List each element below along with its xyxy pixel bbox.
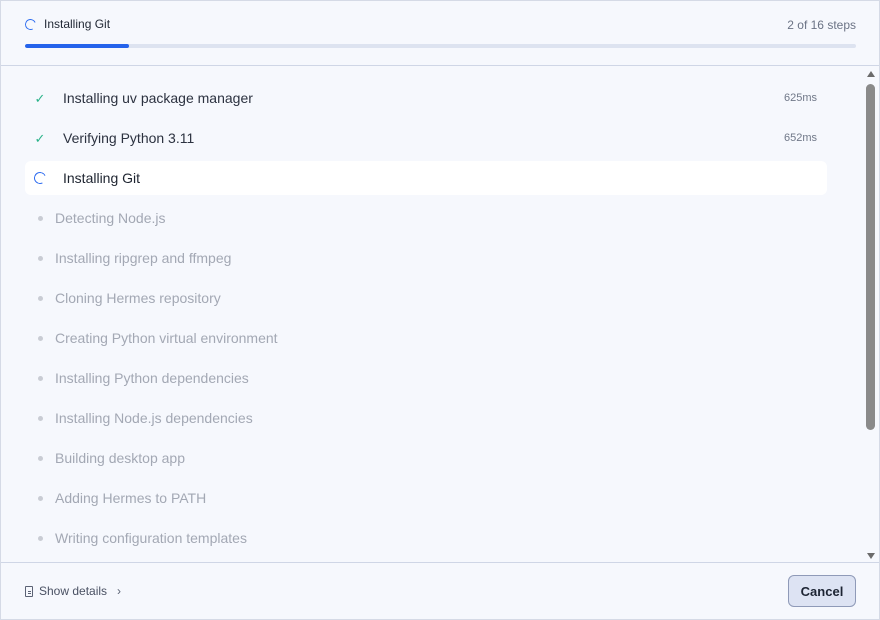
scrollbar[interactable] — [865, 67, 877, 561]
dot-icon — [25, 535, 55, 541]
step-duration: 652ms — [783, 132, 817, 144]
step-duration: 625ms — [783, 92, 817, 104]
dot-icon — [25, 255, 55, 261]
checkmark-icon: ✓ — [34, 90, 46, 106]
step-row: Writing configuration templates — [25, 521, 827, 555]
footer: Show details › Cancel — [1, 562, 879, 619]
step-label: Installing Python dependencies — [55, 370, 249, 386]
header-title: Installing Git — [23, 16, 111, 32]
scrollbar-thumb[interactable] — [866, 84, 875, 430]
step-label: Installing Git — [63, 170, 141, 186]
step-row: Detecting Node.js — [25, 201, 827, 235]
dot-icon — [25, 495, 55, 501]
installer-window: Installing Git 2 of 16 steps ✓ Installing… — [0, 0, 880, 620]
document-icon — [25, 585, 33, 597]
step-label: Installing ripgrep and ffmpeg — [55, 250, 232, 266]
dot-icon — [25, 335, 55, 341]
step-row: Building desktop app — [25, 441, 827, 475]
step-row: Installing Python dependencies — [25, 361, 827, 395]
step-list: ✓ Installing uv package manager 625ms ✓ Veri… — [1, 66, 865, 555]
scroll-up-arrow-icon[interactable] — [867, 71, 875, 77]
dot-icon — [25, 215, 55, 221]
step-label: Creating Python virtual environment — [55, 330, 278, 346]
show-details-label: Show details — [39, 584, 108, 598]
show-details-link[interactable]: Show details › — [25, 584, 121, 598]
step-list-area[interactable]: ✓ Installing uv package manager 625ms ✓ Veri… — [1, 66, 865, 562]
step-label: Installing Node.js dependencies — [55, 410, 253, 426]
step-label: Writing configuration templates — [55, 530, 247, 546]
step-label: Building desktop app — [55, 450, 185, 466]
step-row: Installing ripgrep and ffmpeg — [25, 241, 827, 275]
step-row: ✓ Installing uv package manager 625ms — [25, 81, 827, 115]
step-counter: 2 of 16 steps — [787, 18, 856, 32]
step-row: Cloning Hermes repository — [25, 281, 827, 315]
cancel-button[interactable]: Cancel — [788, 575, 856, 607]
progress-fill — [25, 44, 129, 48]
checkmark-icon: ✓ — [34, 130, 46, 146]
step-row: Installing Git — [25, 161, 827, 195]
step-label: Adding Hermes to PATH — [55, 490, 207, 506]
dot-icon — [25, 295, 55, 301]
dot-icon — [25, 415, 55, 421]
step-label: Cloning Hermes repository — [55, 290, 221, 306]
spinner-icon — [23, 16, 38, 32]
scroll-down-arrow-icon[interactable] — [867, 553, 875, 559]
dot-icon — [25, 455, 55, 461]
dot-icon — [25, 375, 55, 381]
step-row: Adding Hermes to PATH — [25, 481, 827, 515]
step-label: Verifying Python 3.11 — [63, 130, 195, 146]
header: Installing Git 2 of 16 steps — [1, 1, 879, 66]
spinner-icon — [25, 170, 55, 186]
current-step-title: Installing Git — [44, 17, 111, 31]
chevron-right-icon: › — [117, 584, 122, 598]
progress-bar — [25, 44, 856, 48]
step-row: Creating Python virtual environment — [25, 321, 827, 355]
step-row: Installing Node.js dependencies — [25, 401, 827, 435]
step-label: Detecting Node.js — [55, 210, 166, 226]
step-label: Installing uv package manager — [63, 90, 253, 106]
step-row: ✓ Verifying Python 3.11 652ms — [25, 121, 827, 155]
